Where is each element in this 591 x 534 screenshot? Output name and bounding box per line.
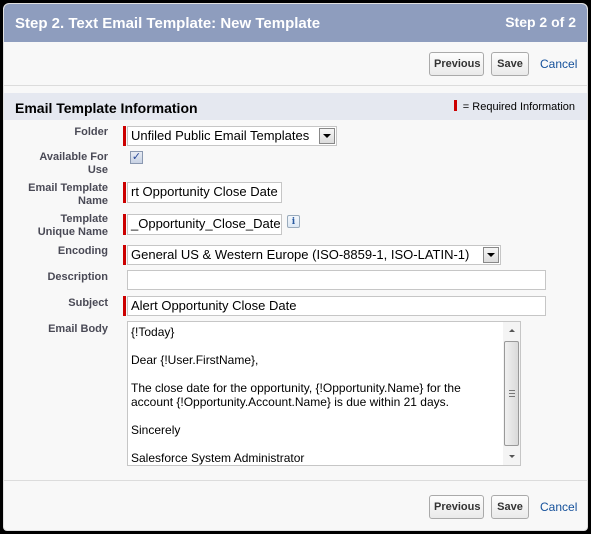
available-for-use-checkbox[interactable]: ✓	[130, 151, 143, 164]
info-icon[interactable]: i	[287, 215, 300, 228]
cancel-link[interactable]: Cancel	[540, 57, 577, 71]
description-label: Description	[47, 271, 108, 283]
chevron-down-icon[interactable]	[483, 247, 499, 263]
email-body-textarea[interactable]: {!Today} Dear {!User.FirstName}, The clo…	[127, 321, 521, 466]
page-header: Step 2. Text Email Template: New Templat…	[4, 4, 587, 42]
email-body-text: {!Today} Dear {!User.FirstName}, The clo…	[131, 325, 461, 465]
required-marker-icon	[123, 214, 126, 235]
top-button-bar: Previous Save Cancel	[4, 42, 587, 86]
step-indicator: Step 2 of 2	[505, 14, 576, 30]
unique-name-label: Template Unique Name	[37, 213, 108, 238]
subject-label: Subject	[68, 297, 108, 309]
email-body-label: Email Body	[48, 323, 108, 335]
section-header: Email Template Information = Required In…	[4, 93, 587, 120]
email-body-scrollbar[interactable]	[503, 322, 520, 465]
scroll-down-arrow-icon[interactable]	[503, 448, 520, 465]
previous-button[interactable]: Previous	[429, 52, 484, 76]
cancel-link-bottom[interactable]: Cancel	[540, 500, 577, 514]
template-name-input[interactable]: rt Opportunity Close Date	[127, 182, 282, 203]
required-marker-icon	[123, 126, 126, 146]
chevron-down-icon[interactable]	[319, 128, 335, 144]
scrollbar-thumb[interactable]	[504, 341, 519, 446]
required-marker-icon	[453, 100, 457, 111]
page-title: Step 2. Text Email Template: New Templat…	[15, 15, 321, 32]
section-title: Email Template Information	[15, 100, 198, 116]
footer-divider	[4, 480, 587, 481]
required-legend: = Required Information	[453, 100, 575, 113]
required-legend-text: = Required Information	[462, 101, 575, 113]
description-input[interactable]	[127, 270, 546, 290]
folder-select-value: Unfiled Public Email Templates	[131, 128, 310, 143]
folder-label: Folder	[74, 126, 108, 138]
previous-button-bottom[interactable]: Previous	[429, 495, 484, 519]
scroll-up-arrow-icon[interactable]	[503, 322, 520, 339]
template-name-label: Email Template Name	[28, 182, 108, 207]
grip-icon	[508, 390, 515, 397]
subject-input[interactable]: Alert Opportunity Close Date	[127, 296, 546, 316]
required-marker-icon	[123, 245, 126, 265]
available-for-use-label: Available For Use	[39, 151, 108, 176]
unique-name-input[interactable]: _Opportunity_Close_Date	[127, 214, 282, 235]
encoding-select[interactable]: General US & Western Europe (ISO-8859-1,…	[127, 245, 501, 265]
folder-select[interactable]: Unfiled Public Email Templates	[127, 126, 337, 146]
encoding-select-value: General US & Western Europe (ISO-8859-1,…	[131, 247, 470, 262]
encoding-label: Encoding	[57, 245, 108, 257]
email-template-wizard: Step 2. Text Email Template: New Templat…	[3, 3, 588, 531]
required-marker-icon	[123, 296, 126, 316]
save-button[interactable]: Save	[491, 52, 529, 76]
checkmark-icon: ✓	[131, 151, 142, 163]
required-marker-icon	[123, 182, 126, 203]
save-button-bottom[interactable]: Save	[491, 495, 529, 519]
